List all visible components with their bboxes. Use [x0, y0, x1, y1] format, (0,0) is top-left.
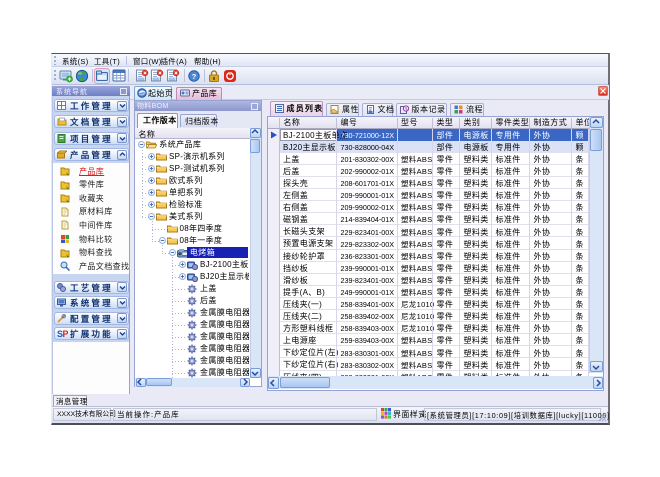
svg-text:?: ?	[192, 72, 197, 81]
svg-text:P: P	[63, 329, 69, 338]
